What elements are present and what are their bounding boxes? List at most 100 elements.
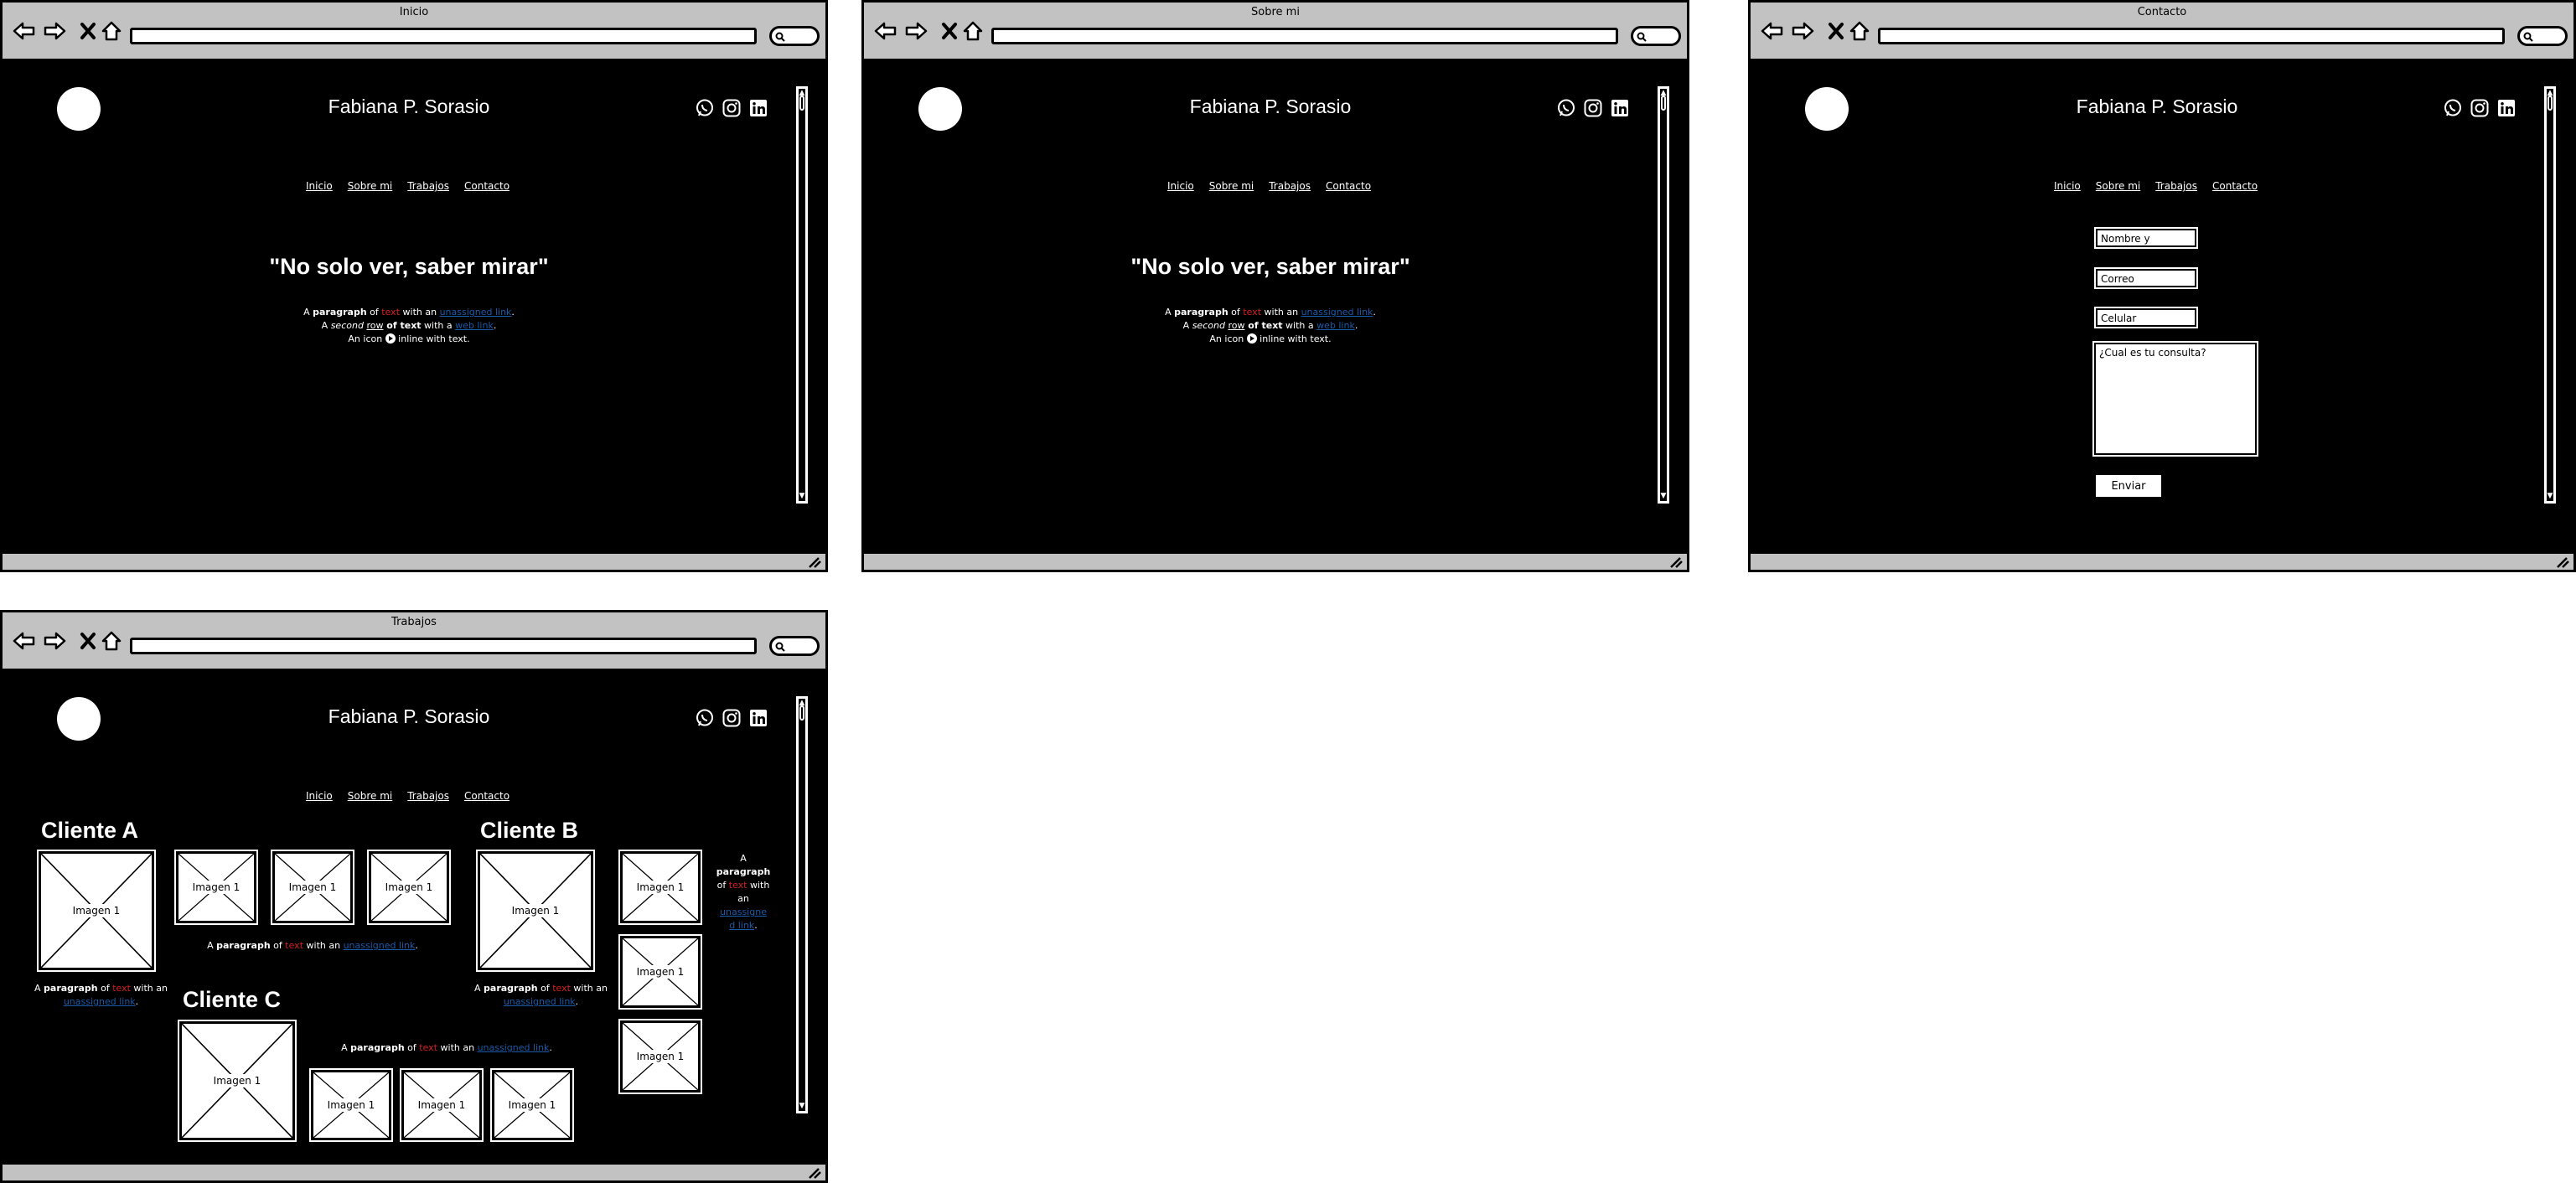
search-box[interactable] — [769, 26, 820, 46]
submit-button[interactable]: Enviar — [2094, 473, 2163, 499]
web-link[interactable]: web link — [455, 320, 494, 331]
web-link[interactable]: web link — [1316, 320, 1355, 331]
image-placeholder[interactable]: Imagen 1 — [618, 1019, 702, 1094]
scroll-thumb[interactable] — [799, 705, 804, 721]
vertical-scrollbar[interactable]: ▲ ▼ — [2544, 86, 2556, 504]
instagram-icon[interactable] — [2470, 98, 2490, 118]
vertical-scrollbar[interactable]: ▲ ▼ — [796, 696, 808, 1113]
image-placeholder[interactable]: Imagen 1 — [476, 850, 595, 972]
home-icon[interactable] — [100, 629, 123, 653]
scroll-down-arrow[interactable]: ▼ — [799, 1103, 805, 1110]
menu-item-contacto[interactable]: Contacto — [464, 180, 510, 192]
resize-grip-icon[interactable] — [807, 555, 822, 569]
image-placeholder[interactable]: Imagen 1 — [174, 850, 258, 925]
image-placeholder[interactable]: Imagen 1 — [618, 934, 702, 1010]
logo-circle[interactable] — [918, 87, 962, 131]
linkedin-icon[interactable] — [2496, 98, 2517, 118]
menu-item-inicio[interactable]: Inicio — [2054, 180, 2081, 192]
vertical-scrollbar[interactable]: ▲ ▼ — [1658, 86, 1669, 504]
image-placeholder[interactable]: Imagen 1 — [271, 850, 354, 925]
unassigned-link[interactable]: unassigned link — [64, 996, 136, 1007]
home-icon[interactable] — [961, 19, 985, 43]
logo-circle[interactable] — [57, 87, 101, 131]
image-placeholder[interactable]: Imagen 1 — [618, 850, 702, 925]
linkedin-icon[interactable] — [748, 98, 768, 118]
whatsapp-icon[interactable] — [695, 98, 715, 118]
menu-item-trabajos[interactable]: Trabajos — [407, 180, 449, 192]
unassigned-link[interactable]: unassigned link — [1301, 307, 1373, 318]
phone-field[interactable]: Celular — [2094, 307, 2198, 328]
menu-item-contacto[interactable]: Contacto — [464, 790, 510, 802]
image-placeholder[interactable]: Imagen 1 — [490, 1068, 574, 1142]
forward-arrow-icon[interactable] — [904, 19, 928, 43]
whatsapp-icon[interactable] — [2443, 98, 2463, 118]
unassigned-link-continued[interactable]: d link — [729, 920, 754, 931]
name-field[interactable]: Nombre y Apellido — [2094, 227, 2198, 256]
resize-grip-icon[interactable] — [1668, 555, 1684, 569]
image-placeholder[interactable]: Imagen 1 — [37, 850, 156, 972]
back-arrow-icon[interactable] — [874, 19, 897, 43]
search-box[interactable] — [2517, 26, 2568, 46]
unassigned-link[interactable]: unassigne — [720, 907, 767, 917]
image-placeholder[interactable]: Imagen 1 — [400, 1068, 484, 1142]
forward-arrow-icon[interactable] — [1791, 19, 1814, 43]
search-box[interactable] — [769, 636, 820, 656]
home-icon[interactable] — [100, 19, 123, 43]
unassigned-link[interactable]: unassigned link — [504, 996, 576, 1007]
whatsapp-icon[interactable] — [1556, 98, 1576, 118]
linkedin-icon[interactable] — [1610, 98, 1630, 118]
url-bar[interactable] — [991, 28, 1618, 44]
vertical-scrollbar[interactable]: ▲ ▼ — [796, 86, 808, 504]
scroll-down-arrow[interactable]: ▼ — [799, 493, 805, 500]
image-placeholder[interactable]: Imagen 1 — [367, 850, 451, 925]
menu-item-trabajos[interactable]: Trabajos — [2155, 180, 2197, 192]
logo-circle[interactable] — [1805, 87, 1849, 131]
close-icon[interactable] — [76, 19, 100, 43]
resize-grip-icon[interactable] — [2555, 555, 2570, 569]
menu-item-sobre-mi[interactable]: Sobre mi — [348, 790, 392, 802]
forward-arrow-icon[interactable] — [43, 629, 66, 653]
close-icon[interactable] — [938, 19, 961, 43]
search-box[interactable] — [1631, 26, 1681, 46]
scroll-thumb[interactable] — [799, 96, 804, 111]
menu-item-sobre-mi[interactable]: Sobre mi — [2096, 180, 2140, 192]
unassigned-link[interactable]: unassigned link — [478, 1042, 550, 1053]
menu-item-contacto[interactable]: Contacto — [1326, 180, 1371, 192]
scroll-down-arrow[interactable]: ▼ — [1660, 493, 1667, 500]
instagram-icon[interactable] — [722, 708, 742, 728]
forward-arrow-icon[interactable] — [43, 19, 66, 43]
unassigned-link[interactable]: unassigned link — [344, 940, 416, 951]
menu-item-trabajos[interactable]: Trabajos — [1269, 180, 1311, 192]
menu-item-inicio[interactable]: Inicio — [1167, 180, 1194, 192]
menu-item-sobre-mi[interactable]: Sobre mi — [1209, 180, 1254, 192]
menu-item-trabajos[interactable]: Trabajos — [407, 790, 449, 802]
url-bar[interactable] — [130, 28, 757, 44]
unassigned-link[interactable]: unassigned link — [440, 307, 512, 318]
back-arrow-icon[interactable] — [13, 629, 36, 653]
back-arrow-icon[interactable] — [1761, 19, 1784, 43]
question-textarea[interactable]: ¿Cual es tu consulta? — [2092, 341, 2258, 457]
url-bar[interactable] — [1878, 28, 2505, 44]
scroll-thumb[interactable] — [1661, 96, 1666, 111]
home-icon[interactable] — [1848, 19, 1871, 43]
close-icon[interactable] — [76, 629, 100, 653]
menu-item-contacto[interactable]: Contacto — [2212, 180, 2258, 192]
scroll-down-arrow[interactable]: ▼ — [2547, 493, 2553, 500]
menu-item-inicio[interactable]: Inicio — [306, 790, 333, 802]
image-placeholder[interactable]: Imagen 1 — [178, 1020, 297, 1142]
linkedin-icon[interactable] — [748, 708, 768, 728]
menu-item-inicio[interactable]: Inicio — [306, 180, 333, 192]
menu-item-sobre-mi[interactable]: Sobre mi — [348, 180, 392, 192]
resize-grip-icon[interactable] — [807, 1166, 822, 1180]
status-bar — [864, 551, 1687, 570]
instagram-icon[interactable] — [722, 98, 742, 118]
image-placeholder[interactable]: Imagen 1 — [309, 1068, 393, 1142]
close-icon[interactable] — [1824, 19, 1848, 43]
url-bar[interactable] — [130, 638, 757, 654]
email-field[interactable]: Correo electronico — [2094, 267, 2198, 297]
logo-circle[interactable] — [57, 697, 101, 741]
whatsapp-icon[interactable] — [695, 708, 715, 728]
back-arrow-icon[interactable] — [13, 19, 36, 43]
instagram-icon[interactable] — [1583, 98, 1603, 118]
scroll-thumb[interactable] — [2548, 96, 2553, 111]
